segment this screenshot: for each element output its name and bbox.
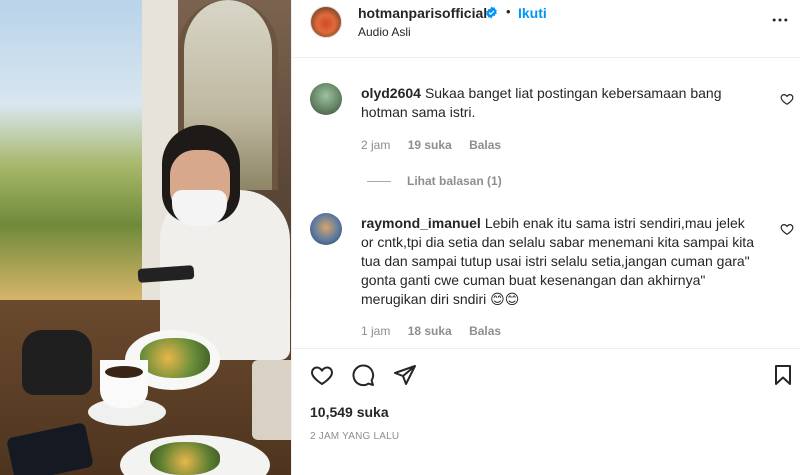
- commenter-avatar[interactable]: [310, 83, 342, 115]
- heart-icon[interactable]: [780, 92, 794, 106]
- photo-window: [0, 0, 150, 300]
- post-header: hotmanparisofficial • Ikuti Audio Asli: [292, 0, 800, 58]
- comment-meta: 2 jam 19 suka Balas: [361, 138, 515, 152]
- view-replies-button[interactable]: Lihat balasan (1): [367, 174, 502, 188]
- view-replies-label: Lihat balasan (1): [407, 174, 502, 188]
- reply-button[interactable]: Balas: [469, 138, 501, 152]
- comment-likes[interactable]: 18 suka: [408, 324, 452, 338]
- commenter-avatar[interactable]: [310, 213, 342, 245]
- comment-time[interactable]: 1 jam: [361, 324, 390, 338]
- author-username[interactable]: hotmanparisofficial: [358, 5, 487, 21]
- reply-button[interactable]: Balas: [469, 324, 501, 338]
- likes-count[interactable]: 10,549 suka: [310, 404, 389, 420]
- verified-badge-icon: [486, 6, 497, 19]
- post-detail-panel: hotmanparisofficial • Ikuti Audio Asli o…: [291, 0, 800, 475]
- more-options-icon[interactable]: [770, 10, 790, 30]
- bookmark-icon[interactable]: [771, 363, 795, 387]
- comment-time[interactable]: 2 jam: [361, 138, 390, 152]
- replies-divider: [367, 181, 391, 183]
- comment-likes[interactable]: 19 suka: [408, 138, 452, 152]
- comments-list: olyd2604 Sukaa banget liat postingan kebe…: [292, 58, 800, 348]
- post-timestamp[interactable]: 2 JAM YANG LALU: [310, 431, 399, 442]
- comment-username[interactable]: raymond_imanuel: [361, 215, 481, 231]
- comment-icon[interactable]: [351, 363, 375, 387]
- comment-username[interactable]: olyd2604: [361, 85, 421, 101]
- comment-text: raymond_imanuel Lebih enak itu sama istri…: [361, 214, 761, 309]
- comment-text: olyd2604 Sukaa banget liat postingan kebe…: [361, 84, 761, 122]
- author-avatar[interactable]: [310, 6, 342, 38]
- post-photo: [0, 0, 291, 475]
- share-icon[interactable]: [393, 363, 417, 387]
- comment-meta: 1 jam 18 suka Balas: [361, 324, 515, 338]
- audio-label[interactable]: Audio Asli: [358, 25, 411, 39]
- like-icon[interactable]: [310, 363, 334, 387]
- heart-icon[interactable]: [780, 222, 794, 236]
- header-separator: •: [506, 4, 511, 19]
- follow-button[interactable]: Ikuti: [518, 5, 547, 21]
- post-actions-bar: [292, 348, 800, 398]
